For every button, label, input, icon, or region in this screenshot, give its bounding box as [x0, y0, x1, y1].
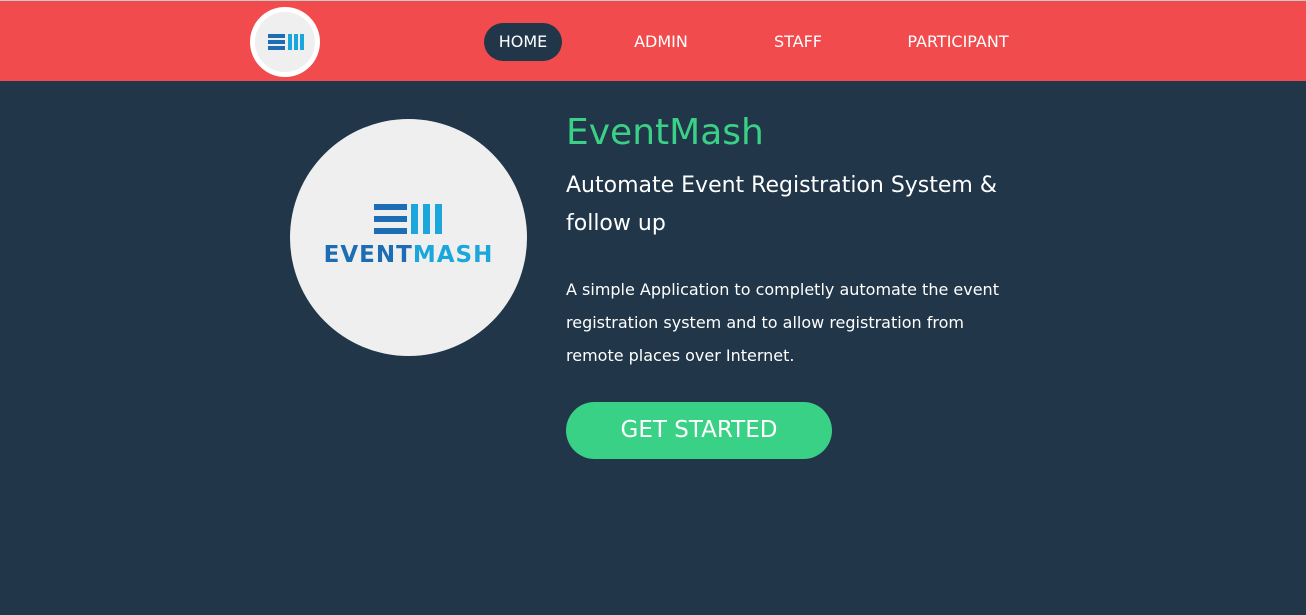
nav-admin-tab[interactable]: ADMIN	[620, 23, 702, 61]
eventmash-logo-icon	[255, 12, 315, 72]
top-navbar: HOME ADMIN STAFF PARTICIPANT	[0, 0, 1306, 81]
logo-wordmark-event: EVENT	[323, 242, 413, 268]
get-started-button[interactable]: GET STARTED	[566, 402, 832, 459]
logo-wordmark: EVENTMASH	[290, 242, 527, 268]
eventmash-mark-icon	[374, 204, 442, 234]
logo-wordmark-mash: MASH	[412, 242, 494, 268]
app-title: EventMash	[566, 112, 764, 153]
app-description: A simple Application to completly automa…	[566, 280, 999, 365]
hero-logo: EVENTMASH	[290, 119, 527, 356]
nav-home-tab[interactable]: HOME	[484, 23, 562, 61]
nav-staff-tab[interactable]: STAFF	[760, 23, 836, 61]
nav-participant-tab[interactable]: PARTICIPANT	[896, 23, 1020, 61]
app-subtitle: Automate Event Registration System & fol…	[566, 173, 998, 236]
nav-logo-button[interactable]	[250, 7, 320, 77]
